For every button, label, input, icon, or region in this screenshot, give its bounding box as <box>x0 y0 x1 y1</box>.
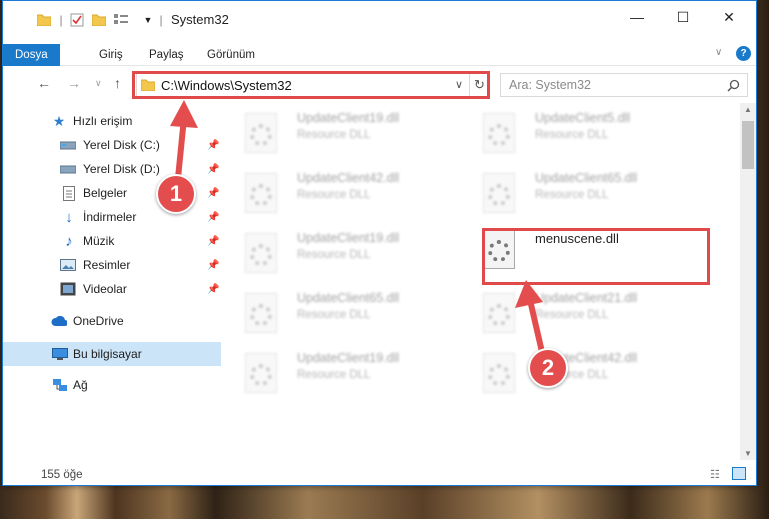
annotation-step-1: 1 <box>156 174 196 214</box>
annotation-arrow-2 <box>527 297 545 355</box>
annotation-arrow-1 <box>175 115 187 181</box>
annotation-step-2: 2 <box>528 348 568 388</box>
annotation-arrowhead-2 <box>515 280 543 308</box>
annotation-arrowhead-1 <box>170 100 198 128</box>
annotation-arrows <box>170 100 545 355</box>
